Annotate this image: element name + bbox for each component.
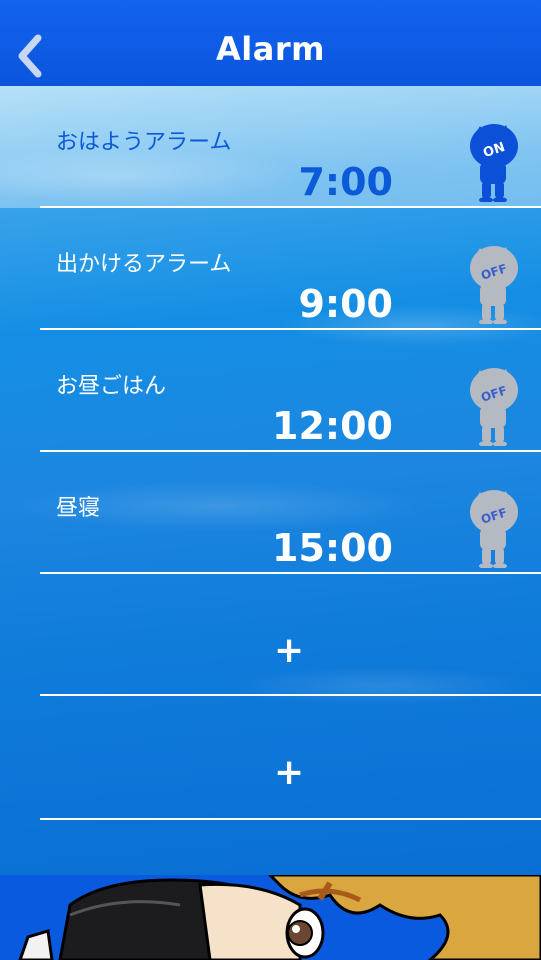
alarm-off-toggle[interactable]: OFF [466, 366, 522, 446]
plus-icon: + [274, 630, 305, 671]
add-alarm-button[interactable]: + [0, 574, 541, 696]
page-title: Alarm [216, 30, 325, 68]
alarm-off-toggle[interactable]: OFF [466, 488, 522, 568]
alarm-name: 出かけるアラーム [56, 252, 232, 277]
alarm-name: おはようアラーム [56, 130, 232, 155]
alarm-on-toggle[interactable]: ON [466, 122, 522, 202]
alarm-time: 7:00 [298, 160, 393, 204]
character-illustration [18, 875, 541, 960]
alarm-item[interactable]: 出かけるアラーム 9:00 OFF [0, 208, 541, 330]
character-banner [0, 875, 541, 960]
alarm-time: 12:00 [272, 404, 393, 448]
alarm-time: 9:00 [298, 282, 393, 326]
add-alarm-button[interactable]: + [0, 696, 541, 818]
alarm-item[interactable]: 昼寝 15:00 OFF [0, 452, 541, 574]
alarm-time: 15:00 [272, 526, 393, 570]
alarm-item[interactable]: おはようアラーム 7:00 ON [0, 86, 541, 208]
alarm-off-toggle[interactable]: OFF [466, 244, 522, 324]
header-bar: Alarm [0, 0, 541, 86]
plus-icon: + [274, 752, 305, 793]
alarm-item[interactable]: お昼ごはん 12:00 OFF [0, 330, 541, 452]
alarm-name: 昼寝 [56, 496, 101, 521]
alarm-list: おはようアラーム 7:00 ON 出かけるアラーム 9:00 OFF お昼ごはん… [0, 86, 541, 875]
alarm-name: お昼ごはん [56, 374, 167, 399]
divider [40, 818, 541, 820]
